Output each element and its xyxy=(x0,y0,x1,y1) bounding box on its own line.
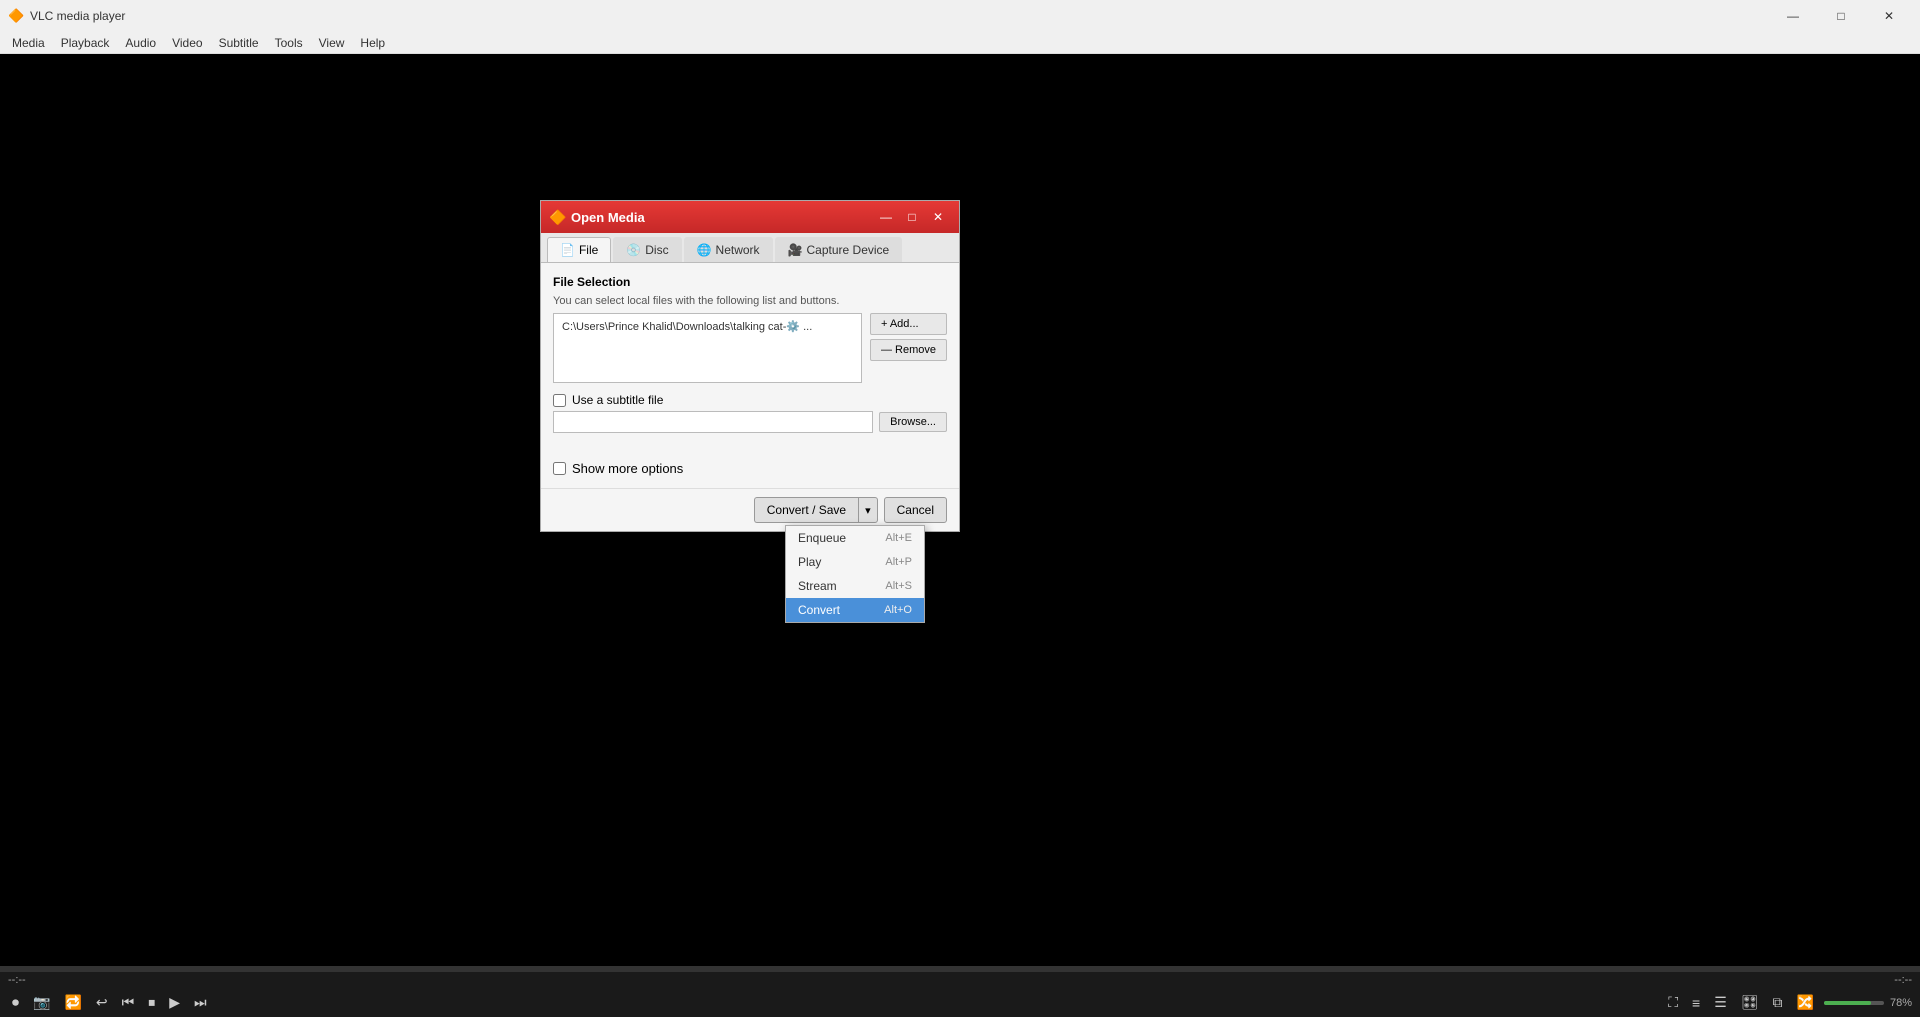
stream-shortcut: Alt+S xyxy=(885,580,912,592)
file-list: C:\Users\Prince Khalid\Downloads\talking… xyxy=(553,313,862,383)
file-tab-label: File xyxy=(579,243,598,257)
dropdown-stream[interactable]: Stream Alt+S xyxy=(786,574,924,598)
dialog-title-bar: 🔶 Open Media — □ ✕ xyxy=(541,201,959,233)
convert-save-button[interactable]: Convert / Save xyxy=(754,497,858,523)
dropdown-convert[interactable]: Convert Alt+O xyxy=(786,598,924,622)
show-more-row: Show more options xyxy=(553,453,947,476)
tab-capture[interactable]: 🎥 Capture Device xyxy=(775,237,903,262)
file-selection-title: File Selection xyxy=(553,275,947,289)
dropdown-enqueue[interactable]: Enqueue Alt+E xyxy=(786,526,924,550)
disc-tab-icon: 💿 xyxy=(626,243,641,257)
dialog-title: Open Media xyxy=(571,210,873,225)
disc-tab-label: Disc xyxy=(645,243,668,257)
dropdown-play[interactable]: Play Alt+P xyxy=(786,550,924,574)
tabs-bar: 📄 File 💿 Disc 🌐 Network 🎥 Capture Device xyxy=(541,233,959,263)
dialog-minimize-button[interactable]: — xyxy=(873,206,899,228)
file-selection-desc: You can select local files with the foll… xyxy=(553,295,947,307)
network-tab-icon: 🌐 xyxy=(697,243,712,257)
tab-disc[interactable]: 💿 Disc xyxy=(613,237,681,262)
capture-tab-label: Capture Device xyxy=(807,243,890,257)
dialog-close-button[interactable]: ✕ xyxy=(925,206,951,228)
file-list-item: C:\Users\Prince Khalid\Downloads\talking… xyxy=(558,318,857,335)
convert-save-dropdown: Enqueue Alt+E Play Alt+P Stream Alt+S Co… xyxy=(785,525,925,623)
dialog-maximize-button[interactable]: □ xyxy=(899,206,925,228)
play-shortcut: Alt+P xyxy=(885,556,912,568)
convert-label: Convert xyxy=(798,603,840,617)
file-list-area: C:\Users\Prince Khalid\Downloads\talking… xyxy=(553,313,947,383)
dialog-body: File Selection You can select local file… xyxy=(541,263,959,488)
enqueue-shortcut: Alt+E xyxy=(885,532,912,544)
dialog-app-icon: 🔶 xyxy=(549,209,565,225)
cancel-button[interactable]: Cancel xyxy=(884,497,947,523)
subtitle-input-row: Browse... xyxy=(553,411,947,433)
subtitle-checkbox-row: Use a subtitle file xyxy=(553,393,947,407)
show-more-checkbox[interactable] xyxy=(553,462,566,475)
show-more-label: Show more options xyxy=(572,461,683,476)
dialog-backdrop: 🔶 Open Media — □ ✕ 📄 File 💿 Disc 🌐 Netwo… xyxy=(0,0,1920,1017)
play-label: Play xyxy=(798,555,821,569)
open-media-dialog: 🔶 Open Media — □ ✕ 📄 File 💿 Disc 🌐 Netwo… xyxy=(540,200,960,532)
capture-tab-icon: 🎥 xyxy=(788,243,803,257)
tab-file[interactable]: 📄 File xyxy=(547,237,611,262)
remove-file-button[interactable]: — Remove xyxy=(870,339,947,361)
convert-save-dropdown-button[interactable]: ▾ xyxy=(858,497,878,523)
subtitle-browse-button[interactable]: Browse... xyxy=(879,412,947,432)
subtitle-label: Use a subtitle file xyxy=(572,393,663,407)
add-file-button[interactable]: + Add... xyxy=(870,313,947,335)
subtitle-checkbox[interactable] xyxy=(553,394,566,407)
file-tab-icon: 📄 xyxy=(560,243,575,257)
convert-save-group: Convert / Save ▾ xyxy=(754,497,878,523)
convert-shortcut: Alt+O xyxy=(884,604,912,616)
network-tab-label: Network xyxy=(716,243,760,257)
subtitle-file-input[interactable] xyxy=(553,411,873,433)
file-action-buttons: + Add... — Remove xyxy=(870,313,947,383)
enqueue-label: Enqueue xyxy=(798,531,846,545)
tab-network[interactable]: 🌐 Network xyxy=(684,237,773,262)
stream-label: Stream xyxy=(798,579,837,593)
